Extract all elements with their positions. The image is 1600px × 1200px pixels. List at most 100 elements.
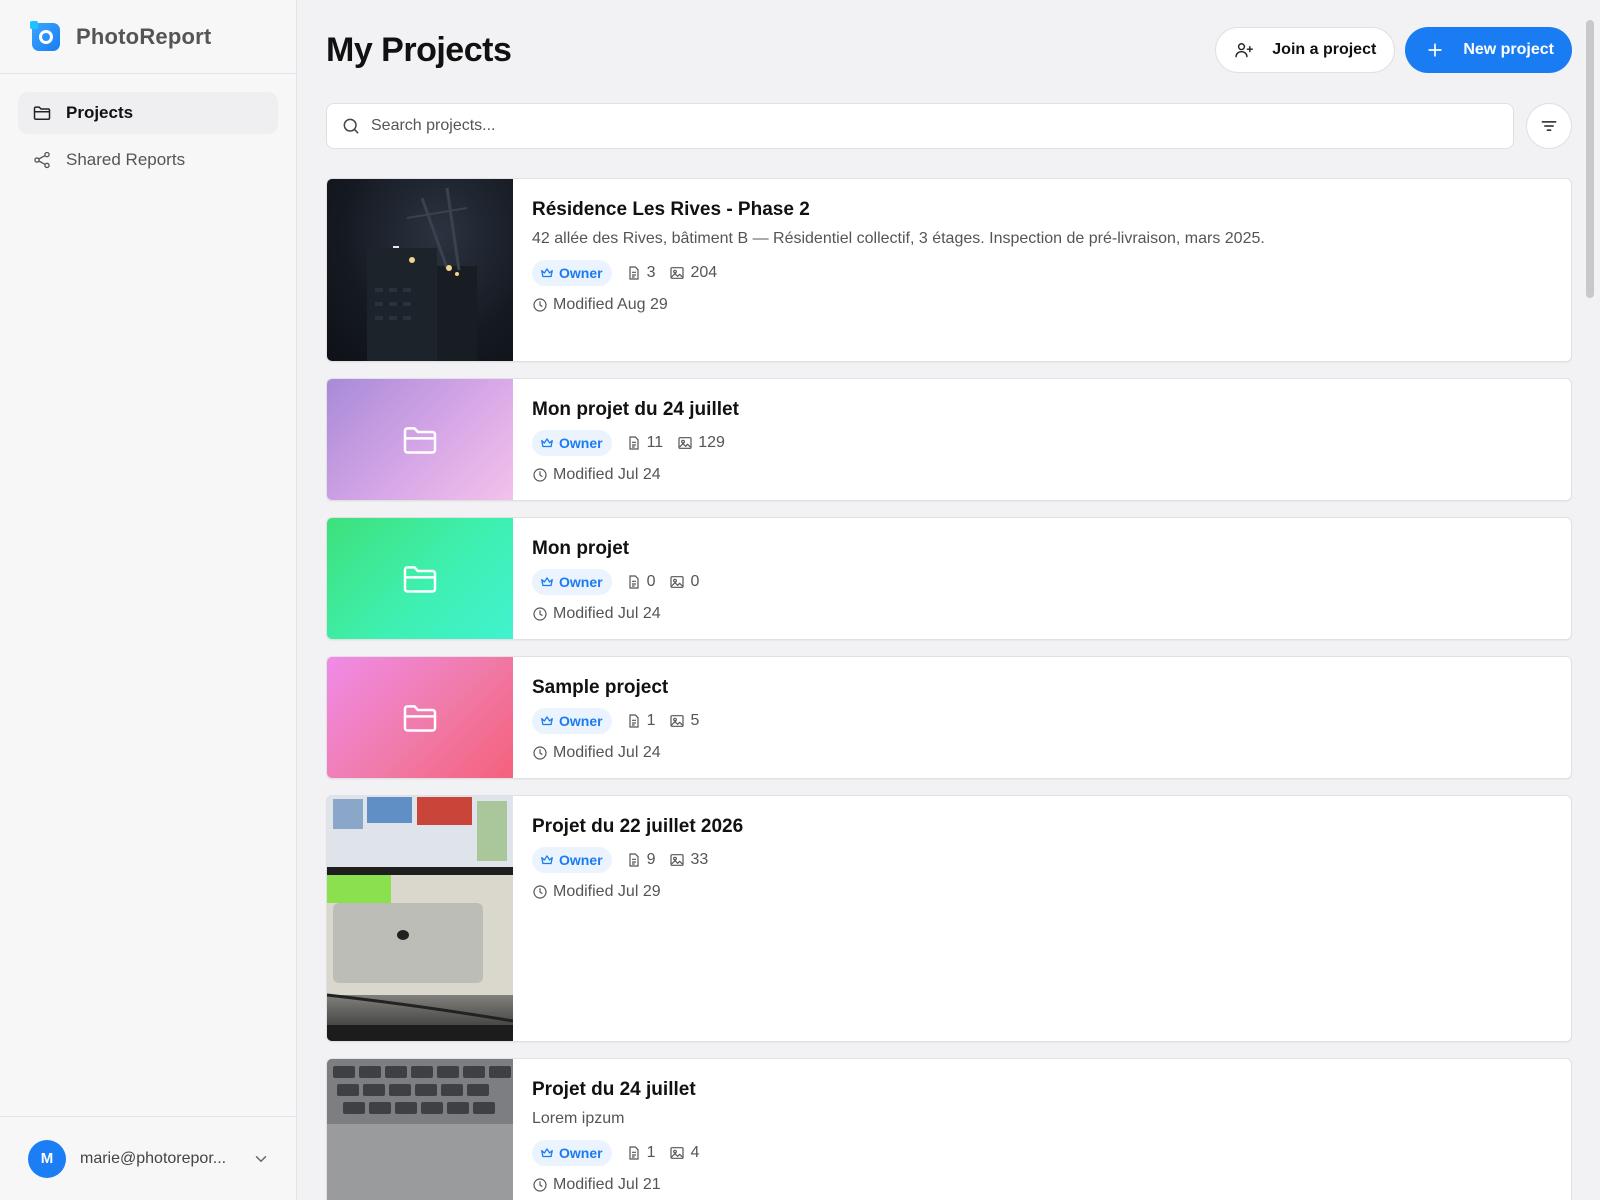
photo-count: 4	[669, 1144, 699, 1162]
role-badge: Owner	[532, 847, 612, 873]
project-title: Mon projet du 24 juillet	[532, 399, 739, 420]
report-count: 9	[626, 851, 655, 869]
avatar: M	[28, 1139, 66, 1178]
search-row	[326, 103, 1572, 149]
project-card[interactable]: Mon projet du 24 juillet Owner 11 129 Mo…	[326, 378, 1572, 501]
modified-date: Modified Jul 24	[532, 466, 739, 484]
filter-button[interactable]	[1526, 103, 1572, 149]
project-thumbnail	[327, 1059, 513, 1200]
modified-date: Modified Jul 21	[532, 1176, 713, 1194]
project-meta: Owner 3 204	[532, 260, 1265, 286]
page-title: My Projects	[326, 30, 512, 69]
modified-date: Modified Aug 29	[532, 296, 1265, 314]
crown-icon	[540, 714, 554, 728]
clock-icon	[532, 467, 548, 483]
app-logo-icon	[30, 20, 60, 51]
report-count: 1	[626, 1144, 655, 1162]
project-title: Mon projet	[532, 538, 630, 559]
folder-icon	[32, 103, 52, 123]
image-icon	[669, 713, 685, 729]
role-badge: Owner	[532, 260, 612, 286]
role-badge: Owner	[532, 708, 612, 734]
sidebar-item-label: Projects	[66, 103, 134, 122]
photo-count: 0	[669, 573, 699, 591]
document-icon	[626, 713, 642, 729]
image-icon	[669, 574, 685, 590]
crown-icon	[540, 853, 554, 867]
project-card[interactable]: Projet du 22 juillet 2026 Owner 9 33 Mod…	[326, 795, 1572, 1042]
project-card[interactable]: Sample project Owner 1 5 Modified Jul 24	[326, 656, 1572, 779]
user-menu[interactable]: M marie@photorepor...	[0, 1116, 296, 1200]
crown-icon	[540, 266, 554, 280]
project-card-body: Mon projet du 24 juillet Owner 11 129 Mo…	[513, 379, 758, 500]
project-card-body: Sample project Owner 1 5 Modified Jul 24	[513, 657, 732, 778]
new-project-label: New project	[1463, 41, 1554, 58]
photo-count: 129	[677, 434, 725, 452]
sidebar-item-shared-reports[interactable]: Shared Reports	[18, 139, 278, 181]
scrollbar-thumb[interactable]	[1586, 20, 1594, 298]
search-input[interactable]	[371, 117, 1513, 135]
folder-icon	[400, 420, 440, 460]
crown-icon	[540, 575, 554, 589]
sidebar-nav: Projects Shared Reports	[0, 74, 296, 204]
project-thumbnail	[327, 796, 513, 1041]
report-count: 0	[626, 573, 655, 591]
project-card-body: Résidence Les Rives - Phase 2 42 allée d…	[513, 179, 1284, 361]
app-name: PhotoReport	[76, 23, 212, 49]
scrollbar[interactable]	[1580, 0, 1600, 1200]
construction-photo-icon	[367, 187, 477, 361]
modified-date: Modified Jul 24	[532, 744, 713, 762]
project-card[interactable]: Résidence Les Rives - Phase 2 42 allée d…	[326, 178, 1572, 362]
photo-count: 33	[669, 851, 708, 869]
report-count: 11	[626, 434, 663, 452]
sidebar: PhotoReport Projects Shared Reports M ma…	[0, 0, 297, 1200]
desk-photo-icon	[327, 796, 513, 1041]
report-count: 1	[626, 712, 655, 730]
clock-icon	[532, 745, 548, 761]
project-description: 42 allée des Rives, bâtiment B — Résiden…	[532, 230, 1265, 247]
document-icon	[626, 265, 642, 281]
project-title: Sample project	[532, 677, 669, 698]
clock-icon	[532, 884, 548, 900]
folder-icon	[400, 559, 440, 599]
search-box[interactable]	[326, 103, 1514, 149]
join-project-button[interactable]: Join a project	[1215, 27, 1396, 73]
sidebar-item-label: Shared Reports	[66, 150, 186, 169]
share-icon	[32, 150, 52, 170]
join-project-label: Join a project	[1272, 41, 1377, 58]
filter-icon	[1539, 116, 1559, 136]
brand[interactable]: PhotoReport	[0, 0, 296, 74]
report-count: 3	[626, 264, 655, 282]
project-description: Lorem ipzum	[532, 1110, 625, 1127]
sidebar-item-projects[interactable]: Projects	[18, 92, 278, 134]
document-icon	[626, 574, 642, 590]
new-project-button[interactable]: New project	[1405, 27, 1572, 73]
clock-icon	[532, 606, 548, 622]
role-badge: Owner	[532, 430, 612, 456]
project-title: Résidence Les Rives - Phase 2	[532, 199, 810, 220]
folder-icon	[400, 698, 440, 738]
project-card-body: Mon projet Owner 0 0 Modified Jul 24	[513, 518, 732, 639]
project-thumbnail	[327, 518, 513, 639]
image-icon	[677, 435, 693, 451]
modified-date: Modified Jul 29	[532, 883, 743, 901]
clock-icon	[532, 297, 548, 313]
user-email: marie@photorepor...	[80, 1149, 227, 1167]
project-card-body: Projet du 22 juillet 2026 Owner 9 33 Mod…	[513, 796, 762, 1041]
plus-icon	[1425, 40, 1445, 60]
project-card[interactable]: Projet du 24 juillet Lorem ipzum Owner 1…	[326, 1058, 1572, 1200]
page-header: My Projects Join a project New project	[326, 0, 1572, 100]
chevron-down-icon[interactable]	[252, 1150, 270, 1168]
project-meta: Owner 11 129	[532, 430, 739, 456]
project-title: Projet du 24 juillet	[532, 1079, 696, 1100]
project-thumbnail	[327, 379, 513, 500]
crown-icon	[540, 436, 554, 450]
project-card[interactable]: Mon projet Owner 0 0 Modified Jul 24	[326, 517, 1572, 640]
image-icon	[669, 852, 685, 868]
document-icon	[626, 852, 642, 868]
project-list: Résidence Les Rives - Phase 2 42 allée d…	[326, 178, 1572, 1200]
project-thumbnail	[327, 179, 513, 361]
photo-count: 5	[669, 712, 699, 730]
project-thumbnail	[327, 657, 513, 778]
project-title: Projet du 22 juillet 2026	[532, 816, 744, 837]
